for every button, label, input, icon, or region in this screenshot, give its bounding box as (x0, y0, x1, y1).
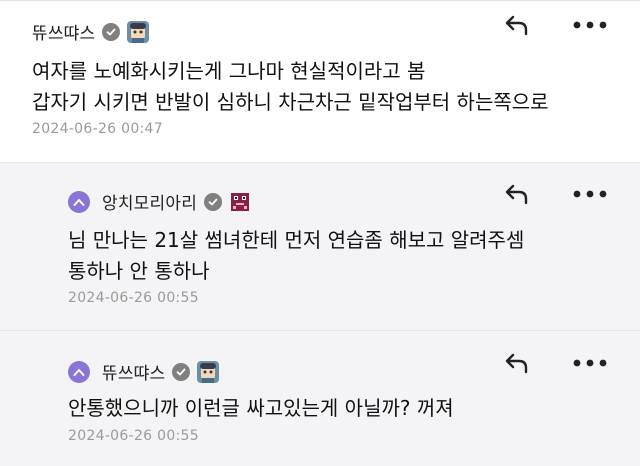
more-dots-icon[interactable] (572, 179, 608, 209)
username[interactable]: 앙치모리아리 (102, 189, 197, 214)
reply-indicator-icon (68, 190, 90, 213)
comment-line: 여자를 노예화시키는게 그나마 현실적이라고 봄 (32, 59, 426, 83)
comment-actions (502, 179, 608, 209)
username[interactable]: 뜌쓰땨스 (102, 359, 165, 384)
comment-body: 여자를 노예화시키는게 그나마 현실적이라고 봄 갑자기 시키면 반발이 심하니… (32, 56, 549, 118)
username[interactable]: 뜌쓰땨스 (32, 19, 95, 44)
comment-header: 뜌쓰땨스 (68, 359, 220, 384)
check-circle-icon (172, 362, 191, 381)
comment-header: 뜌쓰땨스 (32, 19, 150, 44)
avatar-anime-icon[interactable] (127, 20, 150, 43)
comment-actions (502, 10, 608, 40)
avatar-pixel-icon[interactable] (229, 190, 252, 213)
comment-1: 뜌쓰땨스 여자를 노예화시키는게 그나마 현실적이라고 봄 갑자기 시키면 반발… (0, 0, 640, 162)
reply-arrow-icon[interactable] (502, 10, 532, 40)
check-circle-icon (204, 192, 223, 211)
timestamp: 2024-06-26 00:47 (32, 121, 163, 137)
reply-arrow-icon[interactable] (502, 348, 532, 378)
check-circle-icon (102, 22, 121, 41)
comment-actions (502, 348, 608, 378)
more-dots-icon[interactable] (572, 10, 608, 40)
reply-indicator-icon (68, 360, 90, 383)
comment-line: 갑자기 시키면 반발이 심하니 차근차근 밑작업부터 하는쪽으로 (32, 90, 549, 114)
more-dots-icon[interactable] (572, 348, 608, 378)
reply-arrow-icon[interactable] (502, 179, 532, 209)
comment-header: 앙치모리아리 (68, 189, 252, 214)
avatar-anime-icon[interactable] (197, 360, 220, 383)
